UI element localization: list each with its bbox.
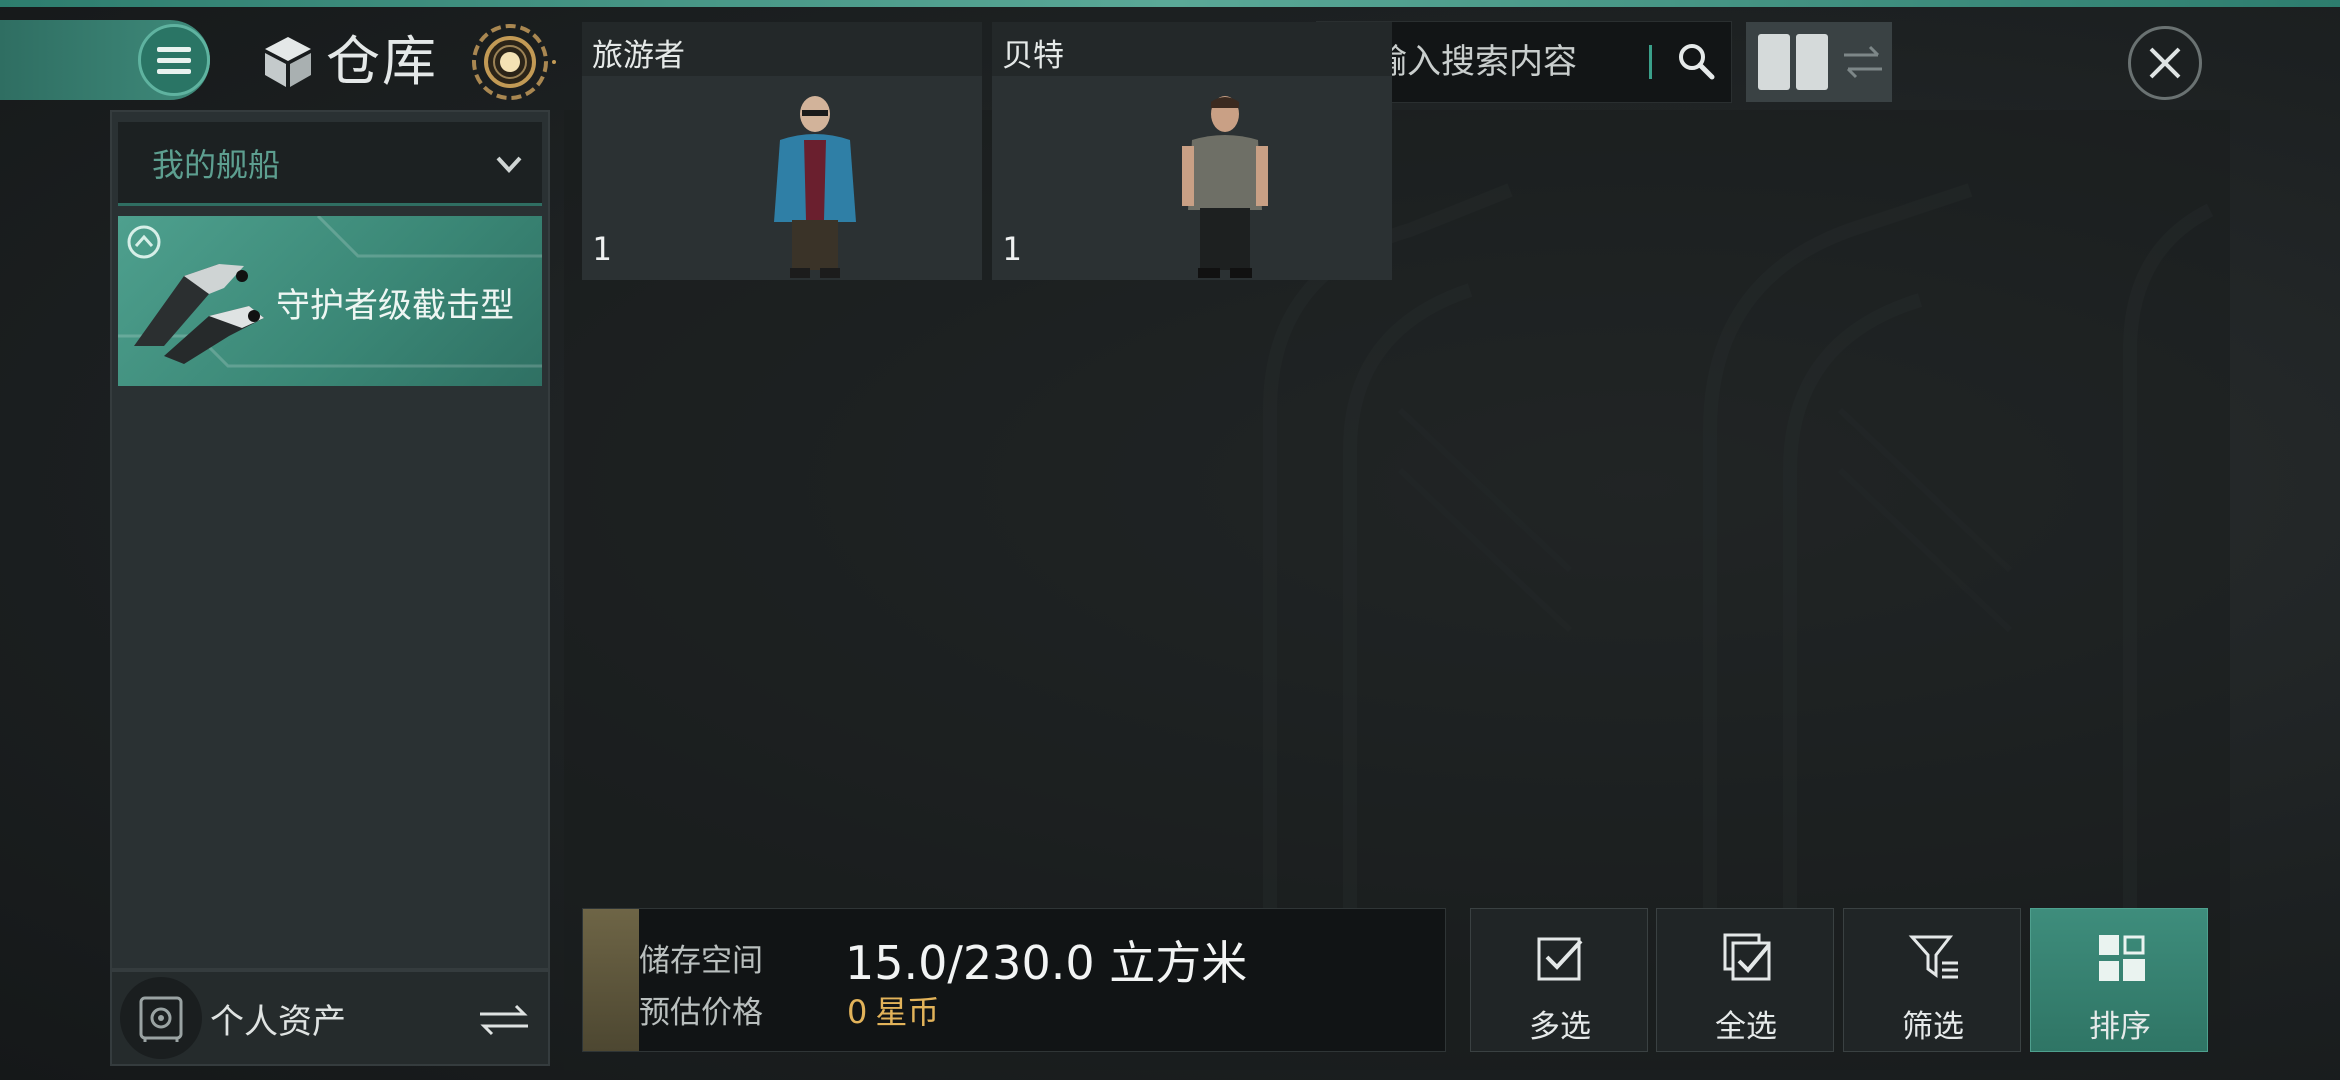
- checkbox-icon: [1537, 937, 1583, 981]
- chevron-down-icon: [496, 156, 522, 173]
- price-label: 预估价格: [639, 995, 763, 1031]
- top-accent-bar: [0, 0, 2340, 7]
- ship-list-item[interactable]: 守护者级截击型: [118, 216, 542, 386]
- select-all-label: 全选: [1715, 1009, 1777, 1045]
- item-quantity: 1: [592, 230, 612, 268]
- dropdown-label: 我的舰船: [152, 145, 281, 184]
- storage-accent: [583, 909, 639, 1051]
- warehouse-cube-icon: [265, 37, 311, 87]
- multi-select-label: 多选: [1529, 1009, 1591, 1045]
- select-all-icon: [1723, 933, 1771, 981]
- item-quantity: 1: [1002, 230, 1022, 268]
- price-unit: 星币: [875, 993, 940, 1031]
- filter-button[interactable]: 筛选: [1843, 908, 2021, 1052]
- menu-button[interactable]: [138, 24, 210, 96]
- storage-label: 储存空间: [639, 943, 763, 979]
- sort-grid-icon: [2099, 935, 2145, 981]
- page-title: 仓库: [326, 30, 438, 93]
- ship-category-dropdown[interactable]: 我的舰船: [118, 122, 542, 206]
- sort-button[interactable]: 排序: [2030, 908, 2208, 1052]
- traveler-character-image: [774, 96, 856, 278]
- sort-label: 排序: [2089, 1009, 2151, 1045]
- search-divider: [1649, 45, 1652, 79]
- hamburger-menu-icon: [157, 44, 191, 77]
- filter-icon: [1908, 935, 1958, 979]
- price-value: 0 星币: [847, 987, 939, 1033]
- close-button[interactable]: [2128, 26, 2202, 100]
- select-all-button[interactable]: 全选: [1656, 908, 1834, 1052]
- sidebar-panel: 我的舰船 守护者级截击型: [110, 110, 550, 970]
- swap-arrows-icon[interactable]: [1838, 37, 1888, 87]
- view-toggle[interactable]: [1746, 22, 1892, 102]
- item-card[interactable]: 贝特 1: [992, 22, 1392, 280]
- personal-assets-label: 个人资产: [210, 1001, 346, 1042]
- filter-label: 筛选: [1902, 1009, 1964, 1045]
- vault-icon: [120, 977, 202, 1059]
- ship-name: 守护者级截击型: [276, 286, 514, 326]
- item-name: 贝特: [1002, 38, 1064, 74]
- bet-character-image: [1182, 96, 1268, 278]
- swap-arrows-icon[interactable]: [476, 1000, 532, 1040]
- warehouse-screen: 仓库 我的舰船: [0, 0, 2340, 1080]
- item-name: 旅游者: [592, 38, 685, 74]
- search-icon[interactable]: [1674, 39, 1720, 85]
- close-icon: [2149, 47, 2181, 79]
- ship-icon: [134, 264, 264, 364]
- personal-assets-button[interactable]: 个人资产: [110, 970, 550, 1066]
- grid-view-icon[interactable]: [1758, 34, 1828, 90]
- price-amount: 0: [847, 993, 868, 1031]
- storage-value: 15.0/230.0 立方米: [845, 936, 1248, 990]
- storage-status: 储存空间 预估价格 15.0/230.0 立方米 0 星币: [582, 908, 1446, 1052]
- radar-orb-icon[interactable]: [462, 14, 558, 110]
- multi-select-button[interactable]: 多选: [1470, 908, 1648, 1052]
- item-card[interactable]: 旅游者 1: [582, 22, 982, 280]
